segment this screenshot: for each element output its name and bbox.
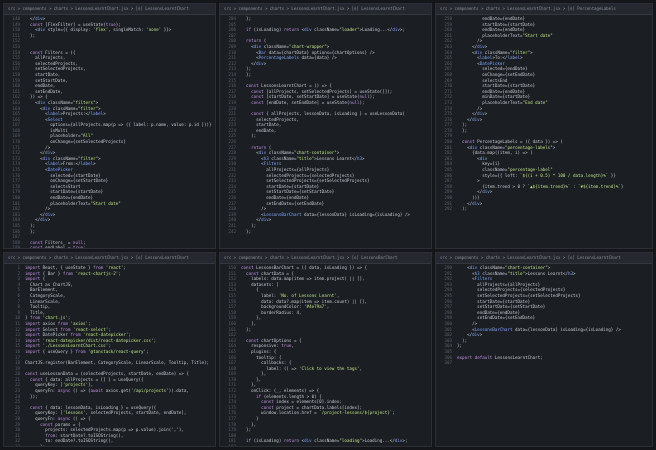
code-text[interactable]: };: [457, 128, 467, 134]
code-text[interactable]: });: [25, 394, 38, 400]
line-number: 33: [14, 444, 20, 447]
code-text[interactable]: };: [241, 427, 251, 433]
editor-pane-bottom-left[interactable]: src > components > charts > LessonsLearn…: [3, 252, 216, 447]
code-line[interactable]: 206 if (isLoading) return <div className…: [220, 27, 431, 33]
code-text[interactable]: );: [457, 206, 467, 212]
code-text[interactable]: };: [241, 72, 251, 78]
code-text[interactable]: };: [241, 229, 251, 235]
editor-pane-bottom-right[interactable]: src > components > charts > LessonsLearn…: [435, 252, 653, 447]
line-number: 189: [12, 245, 20, 249]
code-line[interactable]: 292 );: [436, 206, 652, 212]
breadcrumb-tab[interactable]: src > components > charts > LessonsLearn…: [220, 253, 431, 264]
code-area[interactable]: 204 }; 205 206 if (isLoading) return <div …: [220, 15, 431, 234]
line-number: 182: [228, 444, 236, 447]
line-number: 242: [228, 228, 236, 234]
code-text[interactable]: };: [25, 444, 45, 446]
breadcrumb-tab[interactable]: src > components > charts > LessonsLearn…: [436, 4, 652, 15]
editor-pane-top-right[interactable]: src > components > charts > LessonsLearn…: [435, 3, 653, 249]
breadcrumb-tab[interactable]: src > components > charts > LessonsLearn…: [4, 253, 215, 264]
code-area[interactable]: 1 import React, { useState } from 'react'…: [4, 264, 215, 447]
code-line[interactable]: 181 if (isLoading) return <div className…: [220, 438, 431, 444]
editor-pane-top-left[interactable]: src > components > charts > LessonsLearn…: [3, 3, 216, 249]
code-line[interactable]: 242 };: [220, 229, 431, 235]
code-line[interactable]: 18 ChartJS.register(BarElement, CategoryS…: [4, 360, 215, 366]
code-text[interactable]: };: [457, 343, 462, 349]
code-text[interactable]: };: [25, 33, 35, 39]
code-text[interactable]: const [endDate, setEndDate] = useState(n…: [241, 100, 364, 106]
code-text[interactable]: style={{ left: `${(i + 0.5) * 100 / data…: [457, 173, 616, 179]
code-line[interactable]: 307: [436, 360, 652, 366]
code-text[interactable]: );: [241, 133, 256, 139]
code-text[interactable]: if (isLoading) return <div className="lo…: [241, 27, 405, 33]
code-text[interactable]: export default LessonsLearntChart;: [457, 355, 543, 361]
code-line[interactable]: 182: [220, 444, 431, 447]
breadcrumb-tab[interactable]: src > components > charts > LessonsLearn…: [436, 253, 652, 264]
editor-pane-bottom-middle[interactable]: src > components > charts > LessonsLearn…: [219, 252, 432, 447]
breadcrumb-tab[interactable]: src > components > charts > LessonsLearn…: [220, 4, 431, 15]
code-line[interactable]: 189 const endLabel = true;: [4, 245, 215, 249]
breadcrumb-tab[interactable]: src > components > charts > LessonsLearn…: [4, 4, 215, 15]
code-text[interactable]: };: [241, 16, 251, 22]
code-area[interactable]: 150 const LessonsBarChart = ({ data, isLo…: [220, 264, 431, 447]
code-text[interactable]: const endLabel = true;: [25, 245, 86, 248]
editor-pane-top-middle[interactable]: src > components > charts > LessonsLearn…: [219, 3, 432, 249]
code-text[interactable]: ChartJS.register(BarElement, CategorySca…: [25, 360, 209, 366]
code-text[interactable]: };: [25, 229, 35, 235]
line-number: 307: [444, 360, 452, 366]
code-text[interactable]: };: [241, 327, 251, 333]
code-area[interactable]: 148 </div> 149 const [FlexFilter] = useSt…: [4, 15, 215, 249]
code-text[interactable]: queryFn: async () => (await axios.get('/…: [25, 388, 189, 394]
line-number: 292: [444, 206, 452, 212]
code-line[interactable]: 33 };: [4, 444, 215, 447]
code-area[interactable]: 290 <div className="chart-container"> 291…: [436, 264, 652, 366]
code-text[interactable]: <div style={{ display: 'flex', singleMat…: [25, 27, 171, 33]
code-text[interactable]: window.location.href = `/project-lessons…: [241, 410, 395, 416]
code-text[interactable]: import { useQuery } from '@tanstack/reac…: [25, 349, 149, 355]
code-area[interactable]: 258 endDate={endDate} 259 startDate={star…: [436, 15, 652, 212]
code-text[interactable]: if (isLoading) return <div className="lo…: [241, 438, 407, 444]
